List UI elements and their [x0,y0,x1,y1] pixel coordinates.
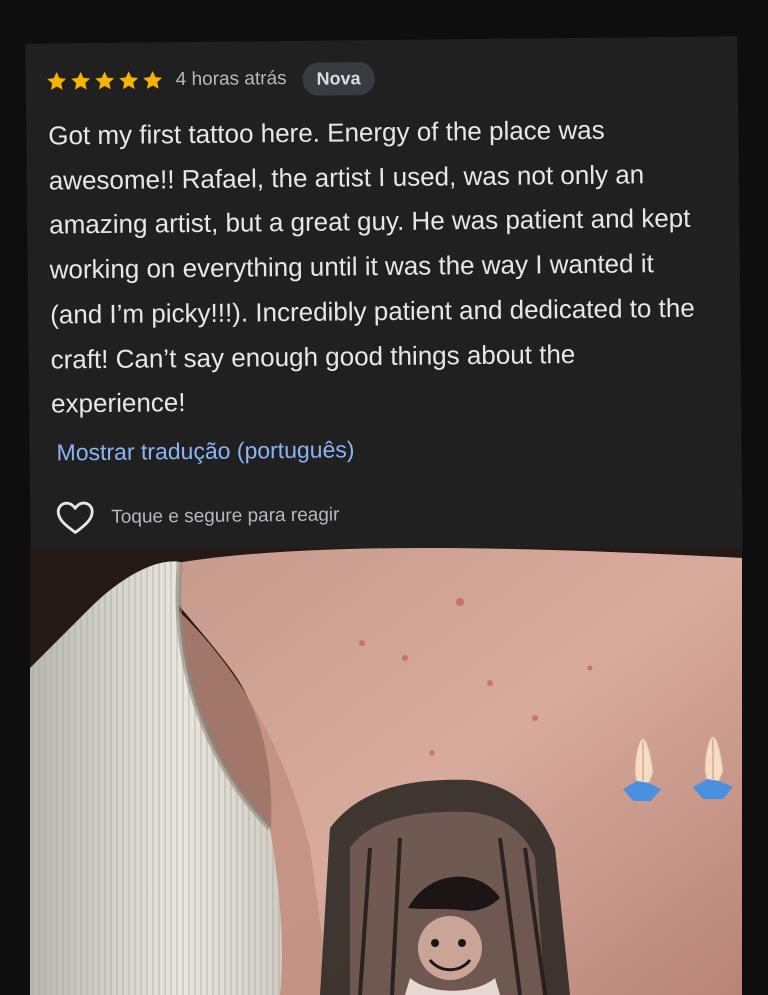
star-icon [70,70,92,92]
tattoo-art [320,779,570,995]
review-time: 4 horas atrás [175,68,287,91]
review-text: Got my first tattoo here. Energy of the … [48,114,695,419]
heart-icon[interactable] [56,501,94,535]
new-badge: Nova [302,61,375,96]
star-icon [142,69,164,91]
star-icon [46,70,68,92]
rating-row: 4 horas atrás Nova [46,61,375,97]
star-icon [118,70,140,92]
react-hint: Toque e segure para reagir [111,504,340,528]
review-card: 4 horas atrás Nova Got my first tattoo h… [25,36,743,560]
star-rating [46,69,164,92]
show-translation-link[interactable]: Mostrar tradução (português) [56,436,354,466]
tattoo-photo[interactable] [30,548,742,995]
react-row[interactable]: Toque e segure para reagir [56,498,340,535]
praying-hands-emoji [623,736,733,801]
star-icon [94,70,116,92]
